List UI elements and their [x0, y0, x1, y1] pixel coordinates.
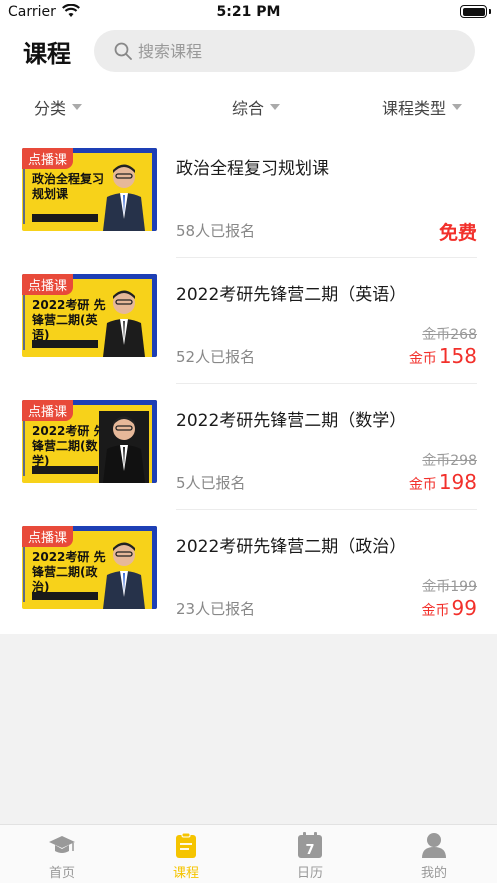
teacher-photo [103, 290, 145, 357]
course-item[interactable]: 点播课 2022考研 先锋营二期(数学) 2022考研先锋营二期（数学） 5人已… [0, 384, 497, 510]
status-bar: Carrier 5:21 PM [0, 0, 497, 26]
original-price: 金币268 [422, 327, 477, 343]
price-currency: 金币 [421, 603, 450, 619]
original-price: 金币199 [422, 579, 477, 595]
tab-bar: 首页 课程 7 日历 我的 [0, 824, 497, 883]
filter-label: 综合 [232, 99, 265, 118]
course-type-tag: 点播课 [22, 274, 74, 295]
filter-category[interactable]: 分类 [34, 95, 83, 119]
price-currency: 金币 [408, 477, 437, 493]
teacher-photo [99, 411, 149, 483]
course-item[interactable]: 点播课 政治全程复习规划课 政治全程复习规划课 58人已报名 免费 [0, 132, 497, 258]
status-time: 5:21 PM [216, 4, 281, 20]
filter-label: 课程类型 [382, 99, 447, 118]
price-free: 免费 [438, 222, 477, 244]
filter-sort[interactable]: 综合 [232, 95, 281, 119]
enrolled-count: 23人已报名 [176, 600, 256, 618]
caret-down-icon [270, 104, 281, 110]
person-icon [422, 833, 446, 858]
sale-price: 金币 198 [409, 470, 477, 494]
battery-icon [460, 5, 487, 18]
price-currency: 金币 [408, 351, 437, 367]
teacher-photo [103, 542, 145, 609]
teacher-photo [103, 164, 145, 231]
sale-price: 金币 158 [409, 344, 477, 368]
course-thumbnail: 点播课 2022考研 先锋营二期(政治) [22, 526, 157, 609]
clipboard-icon [176, 832, 196, 858]
course-item[interactable]: 点播课 2022考研 先锋营二期(政治) 2022考研先锋营二期（政治） 23人… [0, 510, 497, 636]
tab-home[interactable]: 首页 [0, 825, 124, 883]
graduation-cap-icon [49, 836, 75, 853]
tab-calendar[interactable]: 7 日历 [248, 825, 372, 883]
enrolled-count: 5人已报名 [176, 474, 246, 492]
filter-label: 分类 [34, 99, 67, 118]
course-title: 2022考研先锋营二期（数学） [176, 411, 407, 431]
caret-down-icon [72, 104, 83, 110]
course-list: 点播课 政治全程复习规划课 政治全程复习规划课 58人已报名 免费 点播课 20… [0, 132, 497, 634]
search-input[interactable] [138, 30, 458, 72]
course-thumbnail: 点播课 2022考研 先锋营二期(英语) [22, 274, 157, 357]
caret-down-icon [452, 104, 463, 110]
course-type-tag: 点播课 [22, 400, 74, 421]
battery-cap [489, 9, 491, 14]
course-title: 2022考研先锋营二期（政治） [176, 537, 407, 557]
tab-profile[interactable]: 我的 [372, 825, 496, 883]
course-type-tag: 点播课 [22, 526, 74, 547]
course-type-tag: 点播课 [22, 148, 74, 169]
calendar-icon: 7 [298, 832, 322, 858]
tab-label: 首页 [48, 866, 75, 881]
tab-label: 日历 [296, 866, 323, 881]
search-box[interactable] [94, 30, 475, 72]
header: 课程 [0, 26, 497, 80]
tab-label: 我的 [420, 866, 447, 881]
course-title: 政治全程复习规划课 [176, 159, 329, 179]
enrolled-count: 58人已报名 [176, 222, 256, 240]
filter-bar: 分类 综合 课程类型 [0, 80, 497, 132]
page-title: 课程 [23, 40, 71, 68]
course-item[interactable]: 点播课 2022考研 先锋营二期(英语) 2022考研先锋营二期（英语） 52人… [0, 258, 497, 384]
calendar-day: 7 [305, 843, 314, 858]
tab-label: 课程 [172, 866, 199, 881]
tab-courses[interactable]: 课程 [124, 825, 248, 883]
sale-price: 金币 99 [422, 596, 477, 620]
course-title: 2022考研先锋营二期（英语） [176, 285, 407, 305]
original-price: 金币298 [422, 453, 477, 469]
enrolled-count: 52人已报名 [176, 348, 256, 366]
price-value: 99 [451, 596, 477, 620]
price-value: 198 [438, 470, 477, 494]
price-value: 158 [438, 344, 477, 368]
course-thumbnail: 点播课 2022考研 先锋营二期(数学) [22, 400, 157, 483]
course-thumbnail: 点播课 政治全程复习规划课 [22, 148, 157, 231]
search-icon [114, 42, 132, 60]
filter-course-type[interactable]: 课程类型 [382, 95, 463, 119]
